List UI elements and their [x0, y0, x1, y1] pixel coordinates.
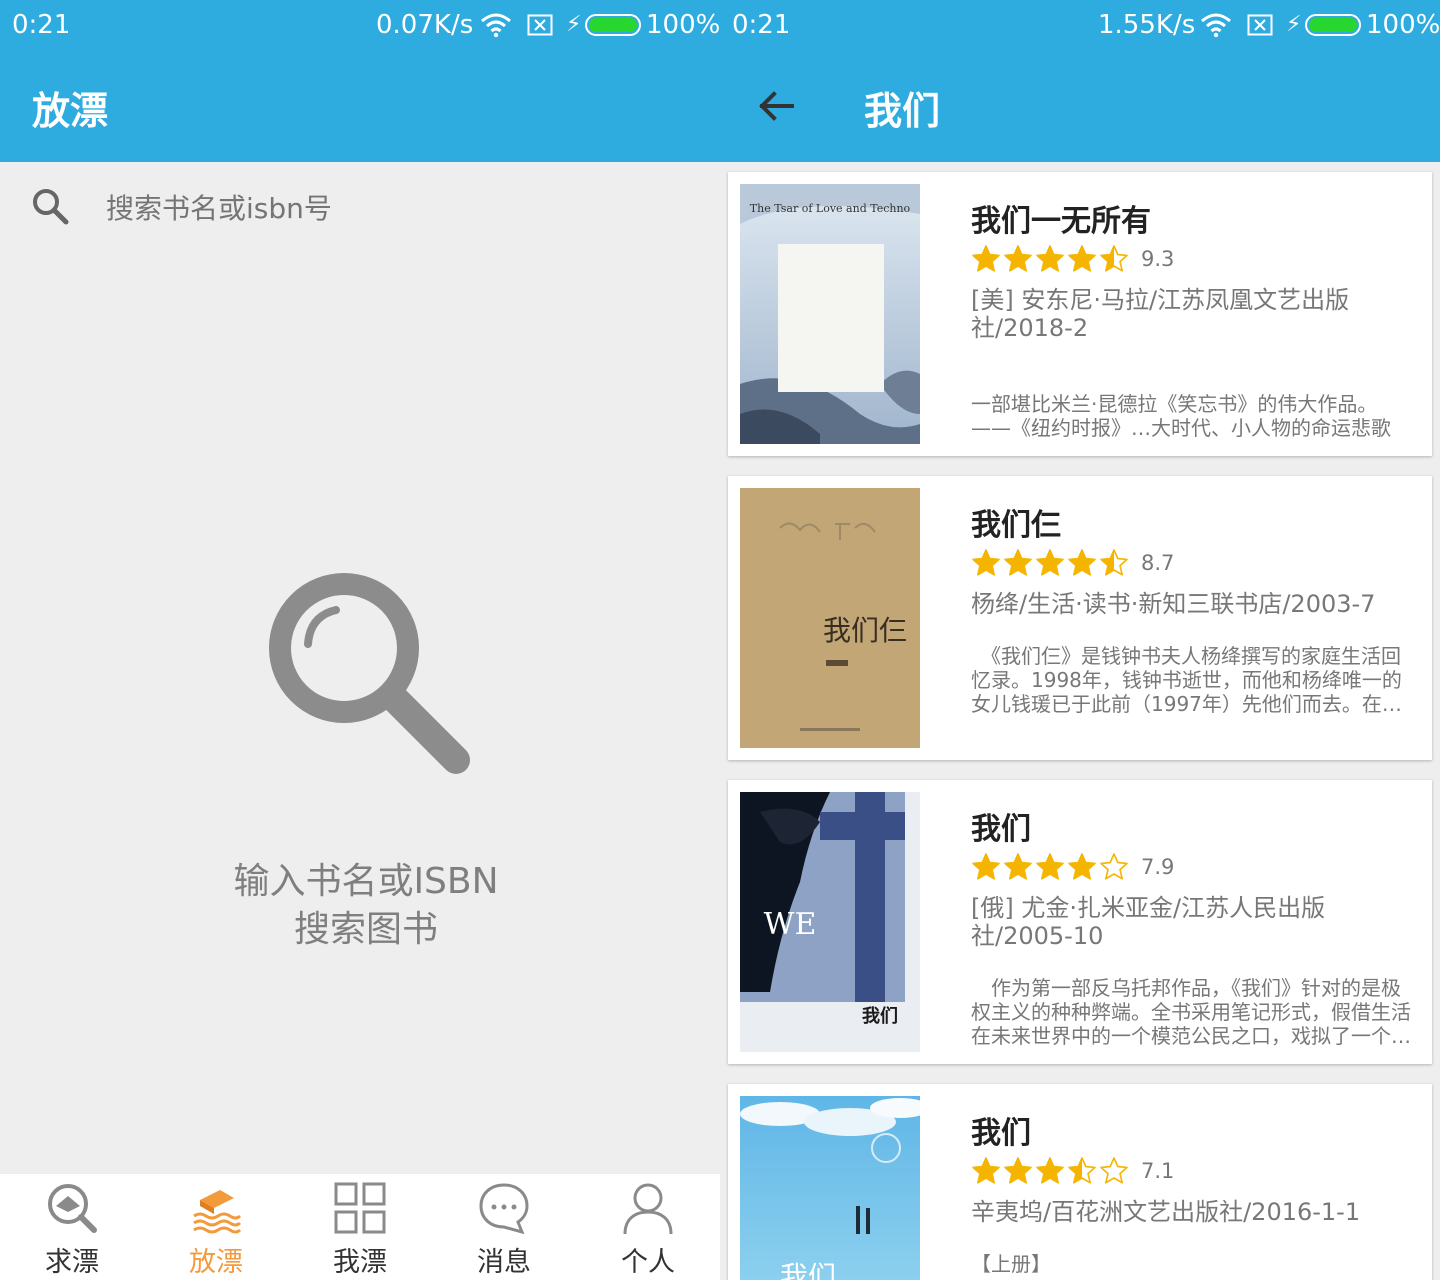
book-title: 我们仨: [971, 508, 1061, 543]
star-full-icon: [972, 853, 1000, 880]
rating-score: 7.1: [1141, 1159, 1175, 1183]
search-screen: 0:21 0.07K/s ⚡ 100% 放漂 输入书名或ISBN 搜索图书: [0, 0, 720, 1280]
book-meta: 杨绛/生活·读书·新知三联书店/2003-7: [971, 590, 1376, 618]
star-full-icon: [1068, 549, 1096, 576]
book-cover-image: WE 我们: [740, 792, 920, 1052]
cover-text: The Tsar of Love and Techno: [750, 202, 911, 215]
book-card[interactable]: The Tsar of Love and Techno 我们一无所有 9.3 […: [728, 172, 1432, 456]
book-meta: 辛夷坞/百花洲文艺出版社/2016-1-1: [971, 1198, 1361, 1226]
book-title: 我们: [971, 812, 1031, 847]
book-meta: [美] 安东尼·马拉/江苏凤凰文艺出版社/2018-2: [971, 286, 1350, 342]
rating-stars: 7.1: [971, 1156, 1174, 1186]
star-full-icon: [1068, 245, 1096, 272]
cover-text: 我们仨: [823, 614, 907, 647]
wifi-icon: [481, 13, 511, 38]
star-full-icon: [1004, 549, 1032, 576]
book-search-icon: [48, 1184, 97, 1233]
person-icon: [623, 1183, 673, 1234]
nav-label: 放漂: [189, 1247, 243, 1278]
rating-score: 9.3: [1141, 247, 1175, 271]
battery-percent: 100%: [646, 10, 720, 40]
cover-text: 我们: [780, 1260, 836, 1280]
book-cover-image: 我们: [740, 1096, 920, 1280]
status-time: 0:21: [732, 10, 791, 40]
star-full-icon: [1004, 1157, 1032, 1184]
charging-icon: ⚡: [566, 12, 582, 37]
search-bar[interactable]: [0, 162, 720, 258]
star-empty-icon: [1100, 1157, 1128, 1184]
status-net-speed: 1.55K/s: [1098, 10, 1196, 40]
book-description: 一部堪比米兰·昆德拉《笑忘书》的伟大作品。——《纽约时报》…大时代、小人物的命运…: [971, 392, 1391, 440]
chat-bubble-icon: [479, 1183, 529, 1234]
nav-item-profile[interactable]: 个人: [576, 1174, 720, 1280]
status-bar: 0:21 0.07K/s ⚡ 100%: [0, 0, 720, 52]
battery-icon: [585, 14, 641, 36]
book-title: 我们一无所有: [971, 204, 1151, 239]
page-title: 我们: [864, 89, 941, 133]
app-bar: 我们: [720, 52, 1440, 162]
cover-title-text: 我们: [862, 1005, 898, 1027]
nav-label: 个人: [621, 1247, 675, 1278]
book-title: 我们: [971, 1116, 1031, 1151]
rating-stars: 8.7: [971, 548, 1174, 578]
rating-stars: 9.3: [971, 244, 1174, 274]
book-description: 【上册】: [971, 1252, 1051, 1276]
star-full-icon: [1036, 549, 1064, 576]
status-bar: 0:21 1.55K/s ⚡ 100%: [720, 0, 1440, 52]
wifi-icon: [1201, 13, 1231, 38]
app-bar: 放漂: [0, 52, 720, 162]
star-half-icon: [1100, 549, 1128, 576]
status-net-speed: 0.07K/s: [376, 10, 474, 40]
no-sim-icon: [1247, 14, 1273, 36]
nav-item-wopiao[interactable]: 我漂: [288, 1174, 432, 1280]
battery-percent: 100%: [1366, 10, 1440, 40]
book-description: 《我们仨》是钱钟书夫人杨绛撰写的家庭生活回忆录。1998年，钱钟书逝世，而他和杨…: [971, 644, 1402, 716]
rating-score: 7.9: [1141, 855, 1175, 879]
star-full-icon: [1004, 853, 1032, 880]
star-empty-icon: [1100, 853, 1128, 880]
empty-hint-line2: 搜索图书: [293, 909, 438, 950]
book-cover-image: The Tsar of Love and Techno: [740, 184, 920, 444]
nav-label: 求漂: [45, 1247, 99, 1278]
star-full-icon: [1036, 245, 1064, 272]
star-full-icon: [1004, 245, 1032, 272]
nav-item-fangpiao[interactable]: 放漂: [144, 1174, 288, 1280]
star-half-icon: [1100, 245, 1128, 272]
book-card[interactable]: WE 我们 我们 7.9 [俄] 尤金·扎米亚金/江苏人民出版社/2005-10…: [728, 780, 1432, 1064]
charging-icon: ⚡: [1286, 12, 1302, 37]
bottom-nav: 求漂 放漂 我漂 消息 个人: [0, 1174, 720, 1280]
no-sim-icon: [527, 14, 553, 36]
star-full-icon: [1068, 853, 1096, 880]
search-icon: [33, 189, 69, 225]
book-card[interactable]: 我们仨 我们仨 8.7 杨绛/生活·读书·新知三联书店/2003-7 《我们仨》…: [728, 476, 1432, 760]
search-input[interactable]: [106, 192, 666, 225]
status-time: 0:21: [12, 10, 71, 40]
book-float-icon: [193, 1190, 242, 1234]
nav-label: 消息: [477, 1247, 531, 1278]
star-full-icon: [1036, 853, 1064, 880]
empty-hint-line1: 输入书名或ISBN: [233, 861, 499, 902]
star-full-icon: [972, 1157, 1000, 1184]
cover-text: WE: [764, 907, 817, 942]
page-title: 放漂: [32, 89, 109, 133]
book-cover-image: 我们仨: [740, 488, 920, 748]
nav-label: 我漂: [333, 1247, 387, 1278]
results-screen: 0:21 1.55K/s ⚡ 100% 我们 The Tsar of Love …: [720, 0, 1440, 1280]
star-full-icon: [1036, 1157, 1064, 1184]
battery-icon: [1305, 14, 1361, 36]
star-full-icon: [972, 245, 1000, 272]
back-arrow-icon[interactable]: [756, 86, 796, 126]
star-half-icon: [1068, 1157, 1096, 1184]
rating-stars: 7.9: [971, 852, 1174, 882]
book-card[interactable]: 我们 我们 7.1 辛夷坞/百花洲文艺出版社/2016-1-1 【上册】: [728, 1084, 1432, 1280]
rating-score: 8.7: [1141, 551, 1175, 575]
nav-item-messages[interactable]: 消息: [432, 1174, 576, 1280]
star-full-icon: [972, 549, 1000, 576]
grid-icon: [334, 1182, 386, 1234]
nav-item-qiupiao[interactable]: 求漂: [0, 1174, 144, 1280]
empty-search-icon: [269, 573, 470, 774]
book-meta: [俄] 尤金·扎米亚金/江苏人民出版社/2005-10: [971, 894, 1326, 950]
book-description: 作为第一部反乌托邦作品，《我们》针对的是极权主义的种种弊端。全书采用笔记形式，假…: [971, 976, 1411, 1048]
